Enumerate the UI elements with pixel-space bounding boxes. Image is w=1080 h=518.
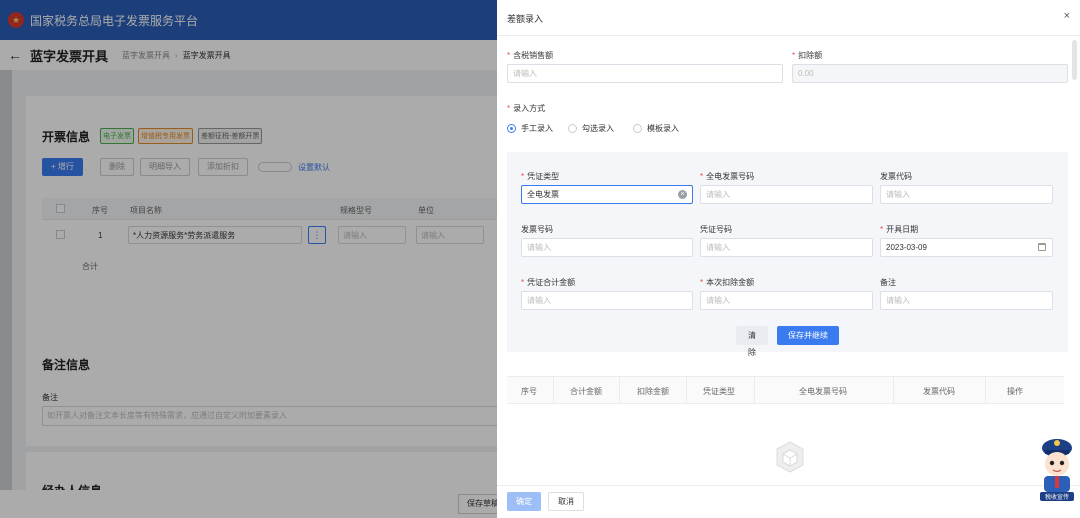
empty-data-icon — [776, 441, 804, 473]
voucher-total-input[interactable]: 请输入 — [521, 291, 693, 310]
confirm-button[interactable]: 确定 — [507, 492, 541, 511]
voucher-type-select[interactable]: 全电发票 × — [521, 185, 693, 204]
radio-unchecked-icon — [568, 124, 577, 133]
col-divider — [985, 377, 986, 403]
radio-manual-entry[interactable]: 手工录入 — [507, 123, 553, 134]
invoice-code-label: 发票代码 — [880, 172, 912, 181]
deduction-input: 0.00 — [792, 64, 1068, 83]
clear-button[interactable]: 清除 — [736, 326, 768, 357]
col-full-invoice-no: 全电发票号码 — [799, 387, 847, 396]
cancel-button[interactable]: 取消 — [548, 492, 584, 511]
difference-entry-drawer: 差额录入 × * 含税销售额 请输入 * 扣除额 0.00 * 录入方式 手工录入 勾… — [497, 0, 1080, 518]
remark-input[interactable]: 请输入 — [880, 291, 1053, 310]
calendar-icon — [1038, 243, 1046, 251]
voucher-no-label: 凭证号码 — [700, 225, 732, 234]
current-deduction-input[interactable]: 请输入 — [700, 291, 873, 310]
tax-inclusive-sales-input[interactable]: 请输入 — [507, 64, 783, 83]
issue-date-label: * 开具日期 — [880, 225, 919, 234]
current-deduction-label: * 本次扣除金额 — [700, 278, 755, 287]
invoice-code-input[interactable]: 请输入 — [880, 185, 1053, 204]
drawer-header: 差额录入 × — [497, 0, 1080, 36]
close-icon[interactable]: × — [1064, 10, 1070, 22]
full-invoice-no-input[interactable]: 请输入 — [700, 185, 873, 204]
col-deduction-amount: 扣除金额 — [637, 387, 669, 396]
invoice-no-label: 发票号码 — [521, 225, 553, 234]
save-continue-button[interactable]: 保存并继续 — [777, 326, 839, 345]
col-divider — [553, 377, 554, 403]
manual-entry-panel: * 凭证类型 全电发票 × * 全电发票号码 请输入 发票代码 请输入 发票号码 请输… — [507, 152, 1068, 357]
drawer-footer: 确定 取消 — [497, 485, 1080, 518]
col-divider — [619, 377, 620, 403]
drawer-scrollbar[interactable] — [1072, 40, 1077, 80]
col-actions: 操作 — [1007, 387, 1023, 396]
col-total-amount: 合计金额 — [570, 387, 602, 396]
col-divider — [893, 377, 894, 403]
radio-select-entry[interactable]: 勾选录入 — [568, 123, 614, 134]
entry-mode-label: * 录入方式 — [507, 104, 546, 113]
deduction-label: * 扣除额 — [792, 51, 823, 60]
col-voucher-type: 凭证类型 — [703, 387, 735, 396]
remark-field-label: 备注 — [880, 278, 896, 287]
radio-checked-icon — [507, 124, 516, 133]
full-invoice-no-label: * 全电发票号码 — [700, 172, 755, 181]
tax-mascot-icon[interactable]: 税收宣传 — [1036, 434, 1078, 502]
deduction-table-header: 序号 合计金额 扣除金额 凭证类型 全电发票号码 发票代码 操作 — [507, 376, 1064, 404]
col-divider — [686, 377, 687, 403]
col-index: 序号 — [521, 387, 537, 396]
voucher-no-input[interactable]: 请输入 — [700, 238, 873, 257]
voucher-total-label: * 凭证合计金额 — [521, 278, 576, 287]
radio-template-entry[interactable]: 模板录入 — [633, 123, 679, 134]
tax-inclusive-sales-label: * 含税销售额 — [507, 51, 554, 60]
col-divider — [754, 377, 755, 403]
invoice-no-input[interactable]: 请输入 — [521, 238, 693, 257]
clear-circle-icon[interactable]: × — [678, 190, 687, 199]
col-invoice-code: 发票代码 — [923, 387, 955, 396]
voucher-type-label: * 凭证类型 — [521, 172, 560, 181]
issue-date-picker[interactable]: 2023-03-09 — [880, 238, 1053, 257]
radio-unchecked-icon — [633, 124, 642, 133]
drawer-title: 差额录入 — [507, 14, 544, 24]
mascot-caption: 税收宣传 — [1045, 493, 1069, 501]
